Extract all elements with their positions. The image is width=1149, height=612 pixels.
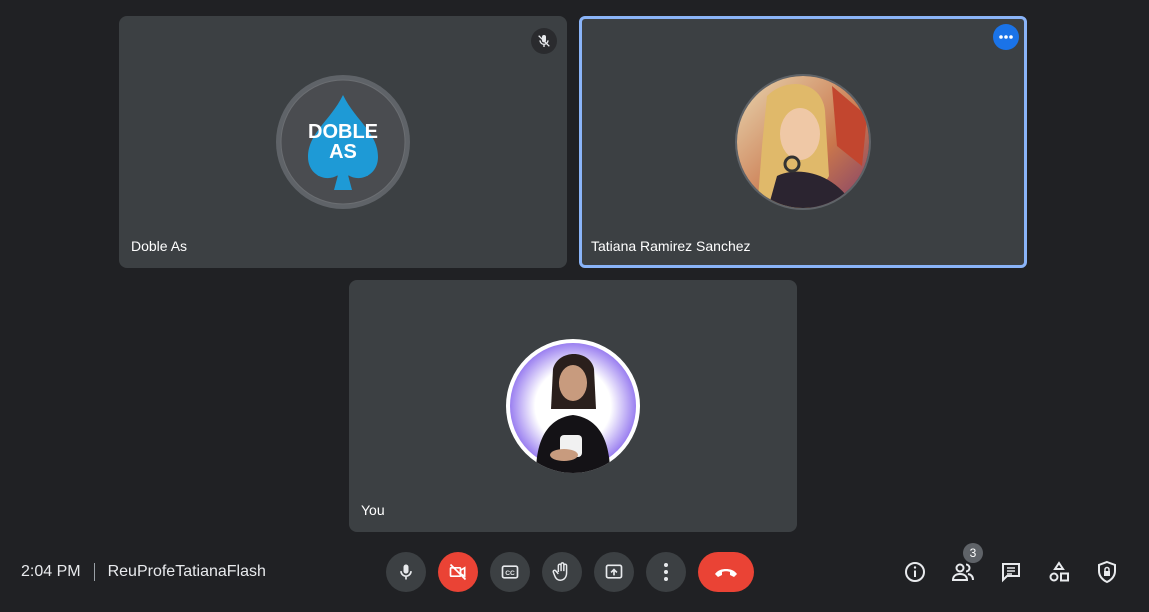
- participant-tile-you[interactable]: You: [349, 280, 797, 532]
- more-options-button[interactable]: [646, 552, 686, 592]
- logo-tagline: Advertising & Analytics: [317, 172, 369, 178]
- raise-hand-button[interactable]: [542, 552, 582, 592]
- info-icon: [905, 562, 925, 582]
- chat-button[interactable]: [997, 558, 1025, 586]
- participant-name: Doble As: [131, 238, 188, 254]
- host-controls-button[interactable]: [1093, 558, 1121, 586]
- activities-icon: [1049, 561, 1069, 582]
- microphone-button[interactable]: [386, 552, 426, 592]
- participant-tile-tatiana[interactable]: Tatiana Ramirez Sanchez: [579, 16, 1027, 268]
- more-options-icon[interactable]: [993, 24, 1019, 50]
- doble-as-logo-avatar: DOBLE AS Advertising & Analytics: [276, 75, 410, 209]
- participant-name: You: [361, 502, 385, 518]
- end-call-button[interactable]: [698, 552, 754, 592]
- camera-off-icon: [449, 563, 467, 581]
- participant-name: Tatiana Ramirez Sanchez: [591, 238, 751, 254]
- raise-hand-icon: [552, 562, 568, 581]
- meeting-info: 2:04 PM ReuProfeTatianaFlash: [21, 562, 266, 582]
- logo-text-line2: AS: [329, 141, 357, 163]
- people-icon: [951, 563, 974, 581]
- host-controls-icon: [1098, 560, 1116, 584]
- end-call-icon: [715, 569, 737, 577]
- more-vert-icon: [664, 563, 668, 581]
- divider: [93, 563, 95, 581]
- tatiana-avatar: [735, 74, 871, 210]
- present-screen-button[interactable]: [594, 552, 634, 592]
- microphone-icon: [400, 564, 412, 580]
- mic-off-icon: [531, 28, 557, 54]
- meeting-time: 2:04 PM: [21, 563, 81, 580]
- svg-text:CC: CC: [505, 570, 515, 577]
- camera-toggle-button[interactable]: [438, 552, 478, 592]
- people-count-badge: 3: [963, 543, 983, 563]
- activities-button[interactable]: [1045, 558, 1073, 586]
- self-avatar: [506, 339, 640, 473]
- captions-icon: CC: [501, 565, 519, 579]
- captions-button[interactable]: CC: [490, 552, 530, 592]
- meeting-details-button[interactable]: [901, 558, 929, 586]
- meeting-code: ReuProfeTatianaFlash: [107, 563, 266, 580]
- present-screen-icon: [605, 564, 623, 579]
- participant-tile-doble-as[interactable]: DOBLE AS Advertising & Analytics Doble A…: [119, 16, 567, 268]
- chat-icon: [1002, 563, 1020, 583]
